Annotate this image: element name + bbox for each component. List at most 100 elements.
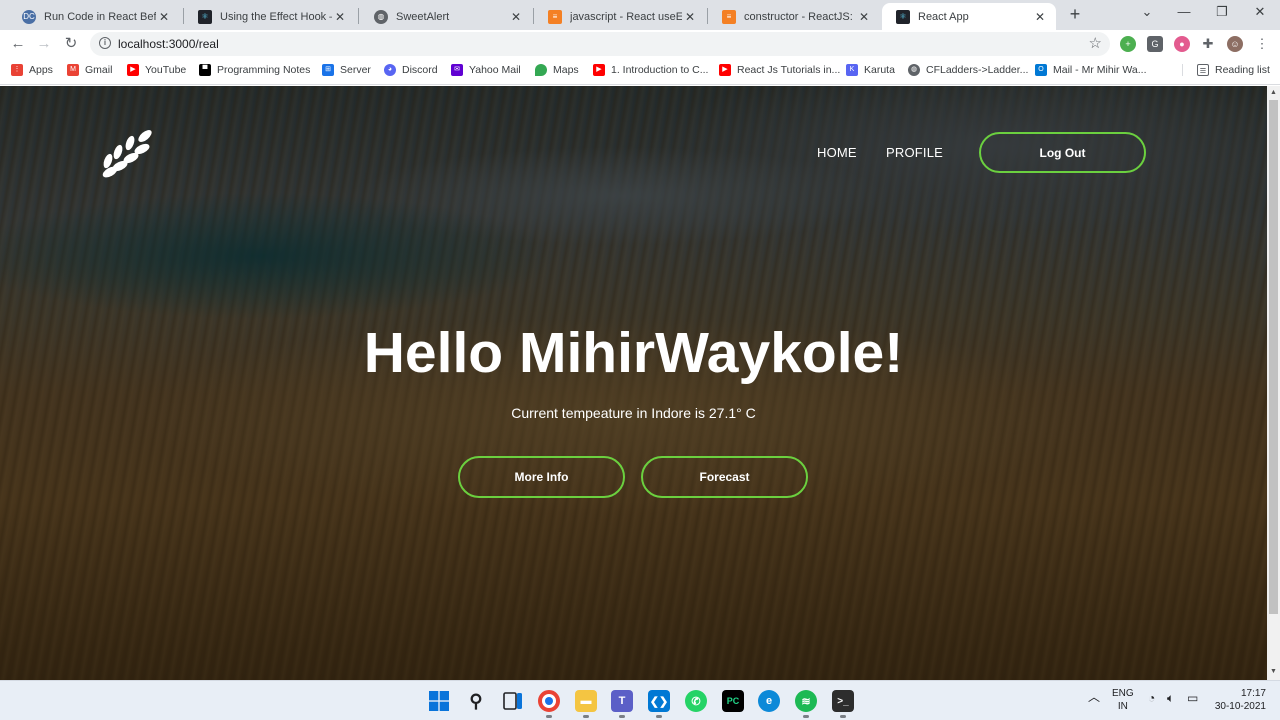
tab-effect-hook[interactable]: ⚛ Using the Effect Hook – Rea ✕: [184, 3, 356, 30]
tab-react-app[interactable]: ⚛ React App ✕: [882, 3, 1056, 30]
edge-icon[interactable]: e: [758, 690, 780, 712]
youtube-icon: ▶: [593, 64, 605, 76]
menu-kebab-icon[interactable]: ⋮: [1254, 36, 1270, 52]
globe-favicon-icon: ◍: [374, 9, 388, 24]
show-hidden-icons-chevron-icon[interactable]: ︿: [1088, 691, 1100, 704]
bookmark-star-icon[interactable]: ☆: [1089, 34, 1102, 52]
tab-close-icon[interactable]: ✕: [156, 10, 172, 24]
bookmark-outlook-mail[interactable]: O Mail - Mr Mihir Wa...: [1035, 64, 1147, 76]
search-icon[interactable]: ⚲: [465, 690, 487, 712]
profile-avatar[interactable]: ☺: [1227, 36, 1243, 52]
vscode-icon[interactable]: ❮❯: [648, 690, 670, 712]
battery-icon[interactable]: ▭: [1187, 692, 1198, 705]
bookmark-react-tutorials[interactable]: ▶ React Js Tutorials in...: [719, 64, 840, 76]
maximize-icon[interactable]: ❐: [1212, 4, 1232, 20]
tab-close-icon[interactable]: ✕: [508, 10, 524, 24]
tab-run-code[interactable]: DC Run Code in React Before R ✕: [8, 3, 180, 30]
tab-react-useeffect[interactable]: ≡ javascript - React useEffect ✕: [534, 3, 706, 30]
bookmark-label: Discord: [402, 64, 438, 76]
site-info-icon[interactable]: i: [99, 37, 111, 49]
bookmark-label: Mail - Mr Mihir Wa...: [1053, 64, 1147, 76]
bookmark-karuta[interactable]: K Karuta: [846, 64, 895, 76]
tab-favicon-icon: DC: [22, 9, 36, 24]
start-windows-icon[interactable]: [428, 690, 450, 712]
extension-brain-icon[interactable]: ●: [1174, 36, 1190, 52]
scroll-up-icon[interactable]: ▲: [1270, 89, 1277, 96]
nav-profile-link[interactable]: PROFILE: [886, 145, 943, 160]
tab-title: Using the Effect Hook – Rea: [220, 10, 332, 23]
scrollbar-thumb[interactable]: [1269, 100, 1278, 614]
extension-g-icon[interactable]: G: [1147, 36, 1163, 52]
bookmark-cfladders[interactable]: ◍ CFLadders->Ladder...: [908, 64, 1028, 76]
reading-list-icon: ≡: [1197, 64, 1209, 77]
taskbar: ⚲ ▬ T ❮❯ ✆ PC e ≋ >_ ︿ ENG IN ◔ 🔈︎ ▭ 17:…: [0, 680, 1280, 720]
url-text: localhost:3000/real: [118, 37, 219, 51]
reload-icon[interactable]: ↻: [61, 34, 81, 54]
karuta-icon: K: [846, 64, 858, 76]
scroll-down-icon[interactable]: ▼: [1270, 668, 1277, 675]
stackoverflow-favicon-icon: ≡: [548, 9, 562, 24]
window-close-icon[interactable]: ✕: [1250, 4, 1270, 20]
tab-close-icon[interactable]: ✕: [1032, 10, 1048, 24]
region-code: IN: [1117, 701, 1128, 712]
clock-time: 17:17: [1240, 688, 1266, 699]
youtube-icon: ▶: [719, 64, 731, 76]
bookmark-server[interactable]: ⊞ Server: [322, 64, 371, 76]
new-tab-icon[interactable]: +: [1066, 4, 1084, 25]
bookmark-youtube[interactable]: ▶ YouTube: [127, 64, 186, 76]
bookmark-maps[interactable]: Maps: [535, 64, 579, 76]
youtube-icon: ▶: [127, 64, 139, 76]
extensions-puzzle-icon[interactable]: ✚: [1200, 36, 1216, 52]
chrome-icon[interactable]: [538, 690, 560, 712]
tab-title: constructor - ReactJS: Warn: [744, 10, 856, 23]
more-info-button[interactable]: More Info: [458, 456, 625, 498]
clock[interactable]: 17:17 30-10-2021: [1214, 687, 1266, 713]
stackoverflow-favicon-icon: ≡: [722, 9, 736, 24]
running-indicator: [619, 715, 625, 718]
bookmark-gmail[interactable]: M Gmail: [67, 64, 112, 76]
wifi-icon[interactable]: ◔: [1148, 692, 1155, 705]
tab-close-icon[interactable]: ✕: [332, 10, 348, 24]
tab-close-icon[interactable]: ✕: [856, 10, 872, 24]
nav-home-link[interactable]: HOME: [817, 145, 857, 160]
teams-icon[interactable]: T: [611, 690, 633, 712]
wheat-logo-icon[interactable]: [100, 124, 158, 182]
logout-button[interactable]: Log Out: [979, 132, 1146, 173]
temperature-text: Current tempeature in Indore is 27.1° C: [511, 405, 756, 421]
bookmark-label: 1. Introduction to C...: [611, 64, 709, 76]
bookmark-label: Apps: [29, 64, 53, 76]
tab-close-icon[interactable]: ✕: [682, 10, 698, 24]
bookmark-intro-c[interactable]: ▶ 1. Introduction to C...: [593, 64, 708, 76]
extension-plus-icon[interactable]: +: [1120, 36, 1136, 52]
page-scrollbar[interactable]: ▲ ▼: [1267, 86, 1280, 680]
bookmark-label: YouTube: [145, 64, 187, 76]
minimize-icon[interactable]: —: [1174, 4, 1194, 19]
file-explorer-icon[interactable]: ▬: [575, 690, 597, 712]
tab-constructor[interactable]: ≡ constructor - ReactJS: Warn ✕: [708, 3, 880, 30]
bookmark-label: Maps: [553, 64, 579, 76]
tab-title: React App: [918, 10, 969, 23]
reading-list[interactable]: ≡ Reading list: [1182, 64, 1270, 77]
bookmark-apps[interactable]: ⋮ Apps: [11, 64, 53, 76]
tab-sweetalert[interactable]: ◍ SweetAlert ✕: [360, 3, 532, 30]
notion-icon: ▀: [199, 64, 211, 76]
spotify-icon[interactable]: ≋: [795, 690, 817, 712]
forward-icon[interactable]: →: [34, 34, 54, 54]
terminal-icon[interactable]: >_: [832, 690, 854, 712]
tab-search-icon[interactable]: ⌄: [1137, 4, 1157, 20]
language-indicator[interactable]: ENG IN: [1112, 687, 1134, 713]
bookmark-programming-notes[interactable]: ▀ Programming Notes: [199, 64, 310, 76]
volume-icon[interactable]: 🔈︎: [1167, 692, 1174, 705]
hero-section: HOME PROFILE Log Out Hello MihirWaykole!…: [0, 86, 1267, 680]
bookmark-yahoo-mail[interactable]: ✉ Yahoo Mail: [451, 64, 521, 76]
tab-divider: [358, 8, 359, 24]
outlook-icon: O: [1035, 64, 1047, 76]
forecast-button[interactable]: Forecast: [641, 456, 808, 498]
tab-title: SweetAlert: [396, 10, 450, 23]
whatsapp-icon[interactable]: ✆: [685, 690, 707, 712]
address-bar[interactable]: i localhost:3000/real ☆: [90, 32, 1110, 56]
bookmark-discord[interactable]: ◕ Discord: [384, 64, 438, 76]
task-view-icon[interactable]: [502, 690, 524, 712]
pycharm-icon[interactable]: PC: [722, 690, 744, 712]
back-icon[interactable]: ←: [8, 34, 28, 54]
